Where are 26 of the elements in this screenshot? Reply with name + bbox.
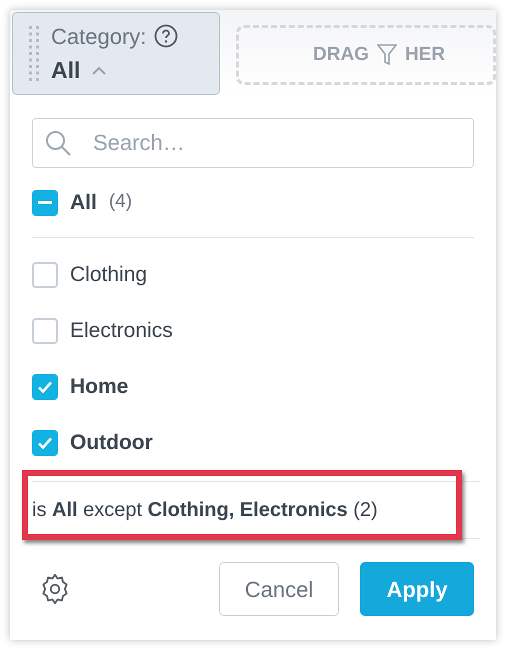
filter-chip[interactable]: Category: All: [12, 12, 220, 95]
filter-value: All: [51, 56, 80, 85]
option-count: (4): [108, 190, 132, 214]
drop-zone-label: HER: [404, 42, 446, 67]
option-label[interactable]: Home: [70, 371, 128, 403]
cancel-button[interactable]: Cancel: [219, 562, 339, 616]
drop-zone-label: DRAG: [313, 42, 369, 67]
checkmark-icon: [37, 379, 53, 395]
checkbox[interactable]: [32, 318, 58, 344]
search-icon: [45, 130, 71, 156]
checkbox[interactable]: [32, 262, 58, 288]
search-field[interactable]: Search…: [32, 118, 474, 168]
option-label[interactable]: Clothing: [70, 259, 148, 291]
checkbox[interactable]: [32, 374, 58, 400]
drag-handle-icon[interactable]: [29, 26, 39, 82]
checkbox[interactable]: [32, 430, 58, 456]
filter-summary: is All except Clothing, Electronics (2): [32, 498, 378, 523]
checkmark-icon: [37, 435, 53, 451]
funnel-icon: [376, 44, 397, 66]
filter-label: Category:: [51, 22, 146, 51]
caret-up-icon: [92, 66, 106, 74]
option-label[interactable]: All: [70, 186, 97, 218]
option-label[interactable]: Outdoor: [70, 427, 153, 459]
help-icon[interactable]: [154, 24, 178, 48]
checkbox[interactable]: [32, 190, 58, 216]
option-label[interactable]: Electronics: [70, 315, 173, 347]
